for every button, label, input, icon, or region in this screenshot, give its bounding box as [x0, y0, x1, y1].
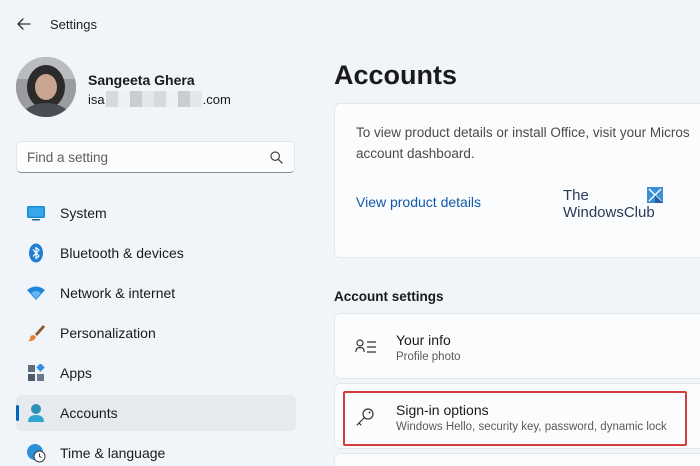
office-description: To view product details or install Offic…: [356, 122, 700, 164]
search-box[interactable]: [16, 141, 295, 173]
user-email: isa .com: [88, 91, 231, 107]
email-suffix: .com: [202, 91, 231, 107]
your-info-icon: [355, 339, 376, 353]
page-title: Accounts: [334, 60, 458, 90]
your-info-title: Your info: [396, 332, 451, 348]
sidebar-item-system[interactable]: System: [16, 195, 296, 231]
email-redaction: [105, 91, 202, 107]
sidebar-item-accounts[interactable]: Accounts: [16, 395, 296, 431]
sign-in-options-subtitle: Windows Hello, security key, password, d…: [396, 421, 667, 433]
avatar-photo: [16, 57, 76, 117]
sidebar-item-network[interactable]: Network & internet: [16, 275, 296, 311]
search-icon[interactable]: [270, 151, 283, 164]
person-icon: [26, 403, 46, 423]
paintbrush-icon: [26, 323, 46, 343]
watermark-line-1: The: [563, 187, 589, 204]
search-input[interactable]: [27, 142, 267, 172]
sidebar-item-time-language[interactable]: Time & language: [16, 435, 296, 466]
sidebar-item-label: Time & language: [60, 445, 166, 461]
globe-clock-icon: [26, 443, 46, 463]
email-prefix: isa: [88, 91, 105, 107]
office-card: To view product details or install Offic…: [334, 103, 700, 258]
sidebar-item-label: Network & internet: [60, 285, 176, 301]
apps-icon: [26, 363, 46, 383]
watermark-line-2: WindowsClub: [563, 204, 655, 221]
account-settings-heading: Account settings: [334, 289, 444, 304]
back-arrow-icon: [17, 18, 31, 30]
user-name: Sangeeta Ghera: [88, 72, 195, 88]
wifi-icon: [26, 283, 46, 303]
sidebar-item-label: System: [60, 205, 107, 221]
sidebar-nav: System Bluetooth & devices Network & int…: [16, 195, 296, 466]
sidebar-item-label: Apps: [60, 365, 92, 381]
sidebar-item-label: Accounts: [60, 405, 118, 421]
title-bar: Settings: [0, 0, 700, 48]
sidebar-item-bluetooth[interactable]: Bluetooth & devices: [16, 235, 296, 271]
back-button[interactable]: [12, 12, 36, 36]
key-icon: [356, 408, 374, 426]
sidebar-item-personalization[interactable]: Personalization: [16, 315, 296, 351]
view-product-details-link[interactable]: View product details: [356, 194, 481, 210]
watermark: The WindowsClub: [563, 187, 673, 223]
sidebar-item-label: Bluetooth & devices: [60, 245, 184, 261]
your-info-subtitle: Profile photo: [396, 351, 461, 363]
monitor-icon: [26, 203, 46, 223]
active-indicator: [16, 405, 19, 421]
next-settings-item[interactable]: [334, 453, 700, 466]
your-info-item[interactable]: Your info Profile photo: [334, 313, 700, 379]
sidebar-item-apps[interactable]: Apps: [16, 355, 296, 391]
sign-in-options-title: Sign-in options: [396, 402, 489, 418]
window-title: Settings: [50, 17, 97, 32]
windows-logo-icon: [647, 187, 663, 203]
office-description-line-2: account dashboard.: [356, 146, 475, 161]
sign-in-options-item[interactable]: Sign-in options Windows Hello, security …: [334, 383, 700, 449]
avatar[interactable]: [16, 57, 76, 117]
bluetooth-icon: [26, 243, 46, 263]
office-description-line-1: To view product details or install Offic…: [356, 125, 690, 140]
sidebar-item-label: Personalization: [60, 325, 156, 341]
